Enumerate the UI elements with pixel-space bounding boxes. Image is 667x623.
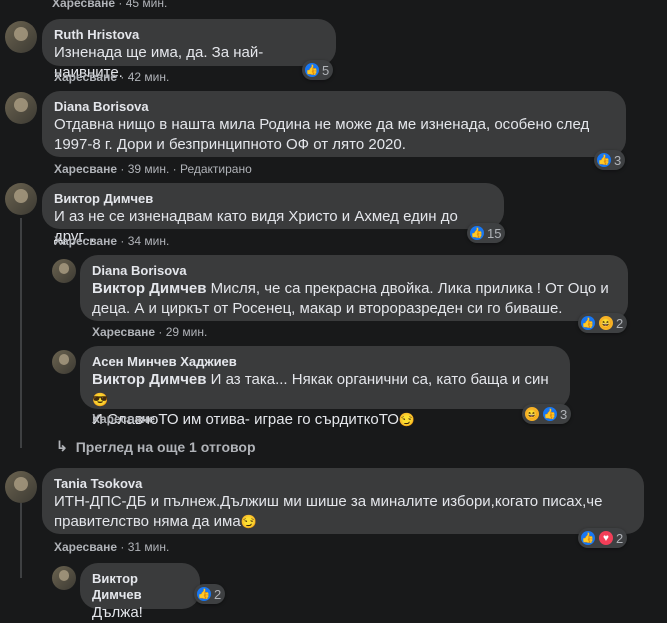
reply-author[interactable]: Виктор Димчев [92,571,188,603]
thread-line [20,218,22,448]
comment-bubble: Diana Borisova Отдавна нищо в нашта мила… [42,91,626,157]
comment-author[interactable]: Tania Tsokova [54,476,632,492]
edited-label: Редактирано [179,162,252,176]
like-link[interactable]: Харесване [54,234,117,248]
reaction-summary[interactable]: 👍 15 [467,223,506,243]
comment-bubble: Tania Tsokova ИТН-ДПС-ДБ и пълнеж.Дължиш… [42,468,644,534]
comment-author[interactable]: Ruth Hristova [54,27,324,43]
timestamp[interactable]: 45 мин. [126,0,168,10]
mention-link[interactable]: Виктор Димчев [92,280,206,297]
reaction-summary[interactable]: 👍 3 [594,150,626,170]
reaction-count: 2 [214,586,222,602]
timestamp[interactable]: 29 мин. [166,325,208,339]
comment-text-line2: правителство няма да има😏 [54,512,632,532]
timestamp[interactable]: 31 мин. [128,540,170,554]
reply-body: И аз така... Някак органични са, като ба… [210,371,549,388]
reply-meta: Харесване [92,412,155,426]
reaction-count: 3 [560,406,568,422]
view-more-replies-label: Преглед на още 1 отговор [75,438,256,455]
comment-body: правителство няма да има [54,513,241,530]
comment-bubble: Виктор Димчев И аз не се изненадвам като… [42,183,504,245]
like-icon: 👍 [469,225,485,241]
reaction-count: 2 [616,315,624,331]
smirk-emoji-icon: 😏 [398,412,416,427]
avatar[interactable] [5,92,37,124]
reply-text-line2: И СлавчоТО им отива- играе го сърдиткоТО… [92,410,558,430]
like-icon: 👍 [580,530,596,546]
timestamp[interactable]: 34 мин. [128,234,170,248]
thread-line [20,503,22,578]
like-link[interactable]: Харесване [52,0,115,10]
love-icon: ♥ [598,530,614,546]
comment-meta: Харесване · 31 мин. [54,540,170,554]
like-icon: 👍 [196,586,212,602]
timestamp[interactable]: 42 мин. [128,70,170,84]
comment-bubble: Ruth Hristova Изненада ще има, да. За на… [42,19,336,81]
like-link[interactable]: Харесване [54,70,117,84]
reaction-summary[interactable]: 👍 2 [194,584,226,604]
haha-icon: 😆 [598,315,614,331]
timestamp[interactable]: 39 мин. [128,162,170,176]
like-link[interactable]: Харесване [54,540,117,554]
view-more-replies-button[interactable]: ↳ Преглед на още 1 отговор [56,438,256,455]
smirk-emoji-icon: 😏 [240,514,257,529]
reply-author[interactable]: Асен Минчев Хаджиев [92,354,558,370]
comment-author[interactable]: Diana Borisova [54,99,614,115]
like-icon: 👍 [542,406,558,422]
comment-text: ИТН-ДПС-ДБ и пълнеж.Дължиш ми шише за ми… [54,493,603,510]
reply-author[interactable]: Diana Borisova [92,263,616,279]
comment-meta: Харесване · 39 мин. · Редактирано [54,162,252,176]
reply-text: Виктор Димчев И аз така... Някак органич… [92,370,558,410]
reaction-count: 3 [614,152,622,168]
like-icon: 👍 [596,152,612,168]
comment-meta: Харесване · 34 мин. [54,234,170,248]
reaction-summary[interactable]: 😆 👍 3 [522,404,572,424]
cool-emoji-icon: 😎 [92,392,109,407]
avatar[interactable] [5,21,37,53]
avatar[interactable] [5,471,37,503]
comment-author[interactable]: Виктор Димчев [54,191,492,207]
avatar[interactable] [52,566,76,590]
mention-link[interactable]: Виктор Димчев [92,371,206,388]
avatar[interactable] [52,350,76,374]
reply-text: Виктор Димчев Мисля, че са прекрасна дво… [92,279,616,319]
comment-text: Отдавна нищо в нашта мила Родина не може… [54,116,590,153]
avatar[interactable] [52,259,76,283]
comment-meta: Харесване · 42 мин. [54,70,170,84]
comment-meta-top: Харесване · 45 мин. [52,0,167,10]
like-link[interactable]: Харесване [92,412,155,426]
like-icon: 👍 [580,315,596,331]
reaction-summary[interactable]: 👍 ♥ 2 [578,528,628,548]
reply-meta: Харесване · 29 мин. [92,325,208,339]
reaction-count: 2 [616,530,624,546]
avatar[interactable] [5,183,37,215]
reply-bubble: Асен Минчев Хаджиев Виктор Димчев И аз т… [80,346,570,428]
reply-bubble: Diana Borisova Виктор Димчев Мисля, че с… [80,255,628,321]
reply-arrow-icon: ↳ [56,438,68,454]
like-icon: 👍 [304,62,320,78]
like-link[interactable]: Харесване [54,162,117,176]
reaction-summary[interactable]: 👍 5 [302,60,334,80]
reaction-summary[interactable]: 👍 😆 2 [578,313,628,333]
reply-bubble: Виктор Димчев Дължа! [80,563,200,621]
reply-text: Дължа! [92,604,143,621]
reaction-count: 5 [322,62,330,78]
like-link[interactable]: Харесване [92,325,155,339]
reaction-count: 15 [487,225,502,241]
haha-icon: 😆 [524,406,540,422]
